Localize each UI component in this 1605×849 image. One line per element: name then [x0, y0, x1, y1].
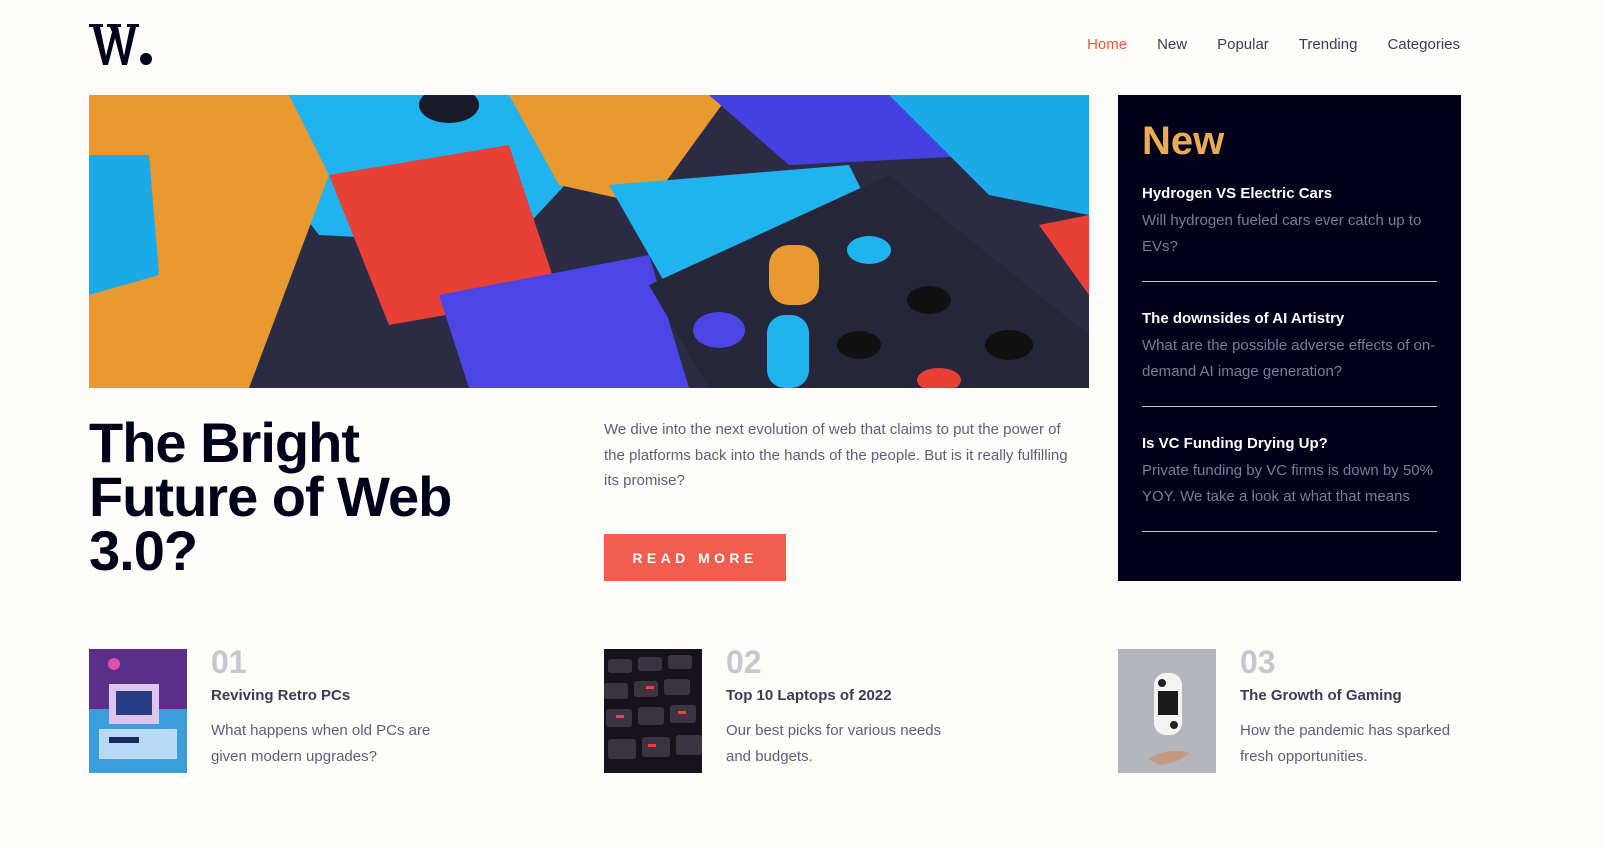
card-text: Our best picks for various needs and bud…: [726, 722, 942, 765]
nav-popular[interactable]: Popular: [1217, 36, 1269, 53]
main-nav: Home New Popular Trending Categories: [1087, 36, 1460, 53]
card-body: 01 Reviving Retro PCs What happens when …: [211, 644, 441, 773]
card-title[interactable]: Reviving Retro PCs: [211, 687, 441, 704]
new-panel: New Hydrogen VS Electric Cars Will hydro…: [1118, 95, 1461, 581]
nav-home[interactable]: Home: [1087, 36, 1127, 53]
new-item-title[interactable]: Hydrogen VS Electric Cars: [1142, 185, 1437, 202]
hero-description: We dive into the next evolution of web t…: [604, 421, 1068, 489]
card-body: 03 The Growth of Gaming How the pandemic…: [1240, 644, 1470, 773]
card-title[interactable]: The Growth of Gaming: [1240, 687, 1470, 704]
hero-image: [89, 95, 1089, 388]
read-more-button[interactable]: READ MORE: [604, 534, 786, 581]
site-logo[interactable]: W.: [89, 24, 153, 66]
card-text: What happens when old PCs are given mode…: [211, 722, 431, 765]
game-controller-thumbnail[interactable]: [1118, 649, 1216, 773]
new-item: Is VC Funding Drying Up? Private funding…: [1142, 435, 1437, 532]
hero-title: The Bright Future of Web 3.0?: [89, 411, 452, 582]
new-item-title[interactable]: Is VC Funding Drying Up?: [1142, 435, 1437, 452]
article-card: 03 The Growth of Gaming How the pandemic…: [1118, 644, 1470, 773]
retro-pc-thumbnail[interactable]: [89, 649, 187, 773]
card-body: 02 Top 10 Laptops of 2022 Our best picks…: [726, 644, 956, 773]
new-item-text: Private funding by VC firms is down by 5…: [1142, 462, 1433, 505]
new-item: The downsides of AI Artistry What are th…: [1142, 310, 1437, 407]
new-item: Hydrogen VS Electric Cars Will hydrogen …: [1142, 185, 1437, 282]
nav-trending[interactable]: Trending: [1299, 36, 1358, 53]
card-number: 03: [1240, 644, 1276, 680]
new-heading: New: [1142, 119, 1225, 163]
article-card: 01 Reviving Retro PCs What happens when …: [89, 644, 441, 773]
new-item-text: Will hydrogen fueled cars ever catch up …: [1142, 212, 1422, 255]
new-item-text: What are the possible adverse effects of…: [1142, 337, 1436, 380]
card-number: 01: [211, 644, 247, 680]
laptop-keyboard-thumbnail[interactable]: [604, 649, 702, 773]
nav-new[interactable]: New: [1157, 36, 1187, 53]
new-item-title[interactable]: The downsides of AI Artistry: [1142, 310, 1437, 327]
card-text: How the pandemic has sparked fresh oppor…: [1240, 722, 1451, 765]
card-title[interactable]: Top 10 Laptops of 2022: [726, 687, 956, 704]
card-number: 02: [726, 644, 762, 680]
nav-categories[interactable]: Categories: [1387, 36, 1460, 53]
article-card: 02 Top 10 Laptops of 2022 Our best picks…: [604, 644, 956, 773]
